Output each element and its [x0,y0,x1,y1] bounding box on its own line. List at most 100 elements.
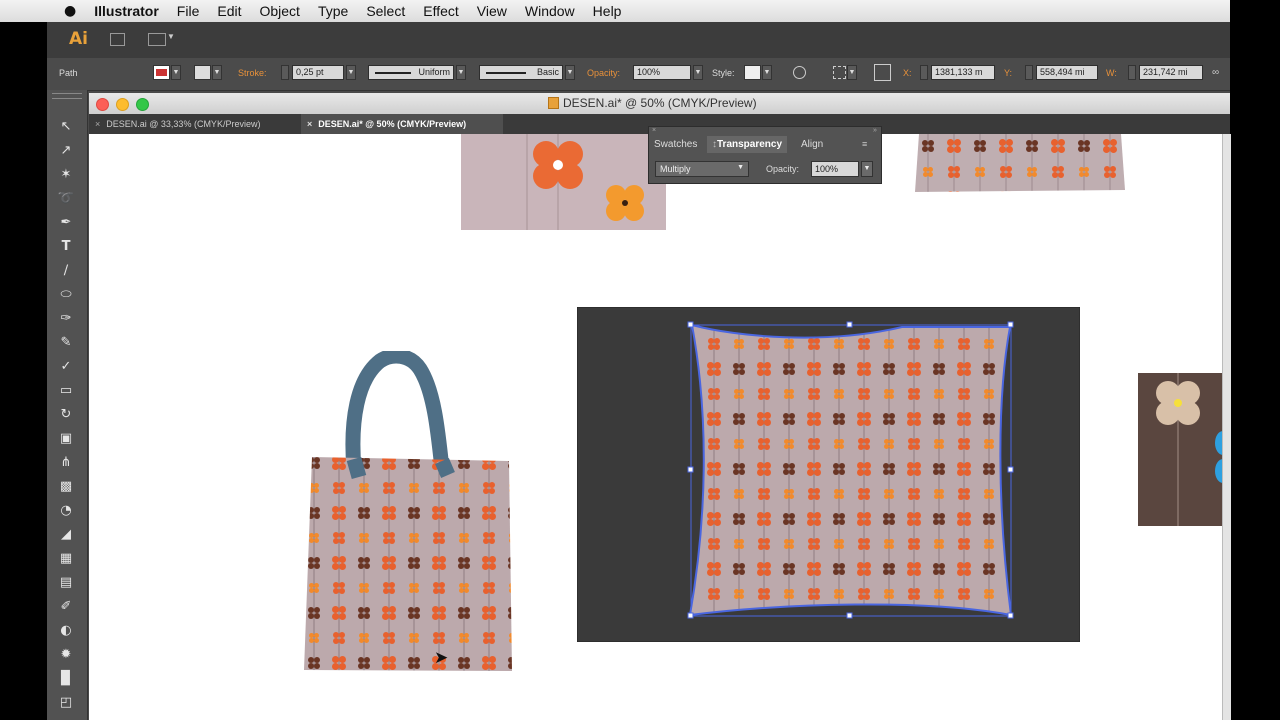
type-tool-icon[interactable]: T [56,238,76,256]
rotate-tool-icon[interactable]: ↻ [56,406,76,424]
fill-swatch[interactable] [153,65,170,80]
blend-mode-select[interactable]: Multiply ▼ [655,161,749,177]
transparency-opacity-field[interactable]: 100% [811,161,859,177]
close-window-button[interactable] [96,98,109,111]
document-tab-2[interactable]: × DESEN.ai* @ 50% (CMYK/Preview) [301,114,503,134]
width-tool-icon[interactable]: ⋔ [56,454,76,472]
panel-close-icon[interactable]: × [652,127,656,134]
menu-effect[interactable]: Effect [414,3,468,19]
artboard-canvas[interactable]: ➤ [89,134,1230,720]
document-file-icon [548,97,559,109]
brush-dropdown-icon[interactable]: ▼ [565,65,575,80]
scale-tool-icon[interactable]: ▣ [56,430,76,448]
opacity-label[interactable]: Opacity: [587,68,620,78]
column-graph-tool-icon[interactable]: ▉ [56,670,76,688]
magic-wand-tool-icon[interactable]: ✶ [56,166,76,184]
selection-tool-icon[interactable]: ↖ [56,118,76,136]
variable-width-profile[interactable]: Uniform [368,65,454,80]
apple-menu-icon[interactable]: ● [0,3,85,19]
reference-point-icon[interactable] [874,64,891,81]
menu-window[interactable]: Window [516,3,584,19]
pattern-tile-brown[interactable] [1138,373,1223,526]
stroke-swatch[interactable] [194,65,211,80]
menu-file[interactable]: File [168,3,209,19]
opacity-field[interactable]: 100% [633,65,691,80]
perspective-grid-tool-icon[interactable]: ◢ [56,526,76,544]
document-window: DESEN.ai* @ 50% (CMYK/Preview) × DESEN.ai… [89,93,1230,720]
x-spinner[interactable] [920,65,928,80]
x-field[interactable]: 1381,133 m [931,65,995,80]
tools-panel-grip[interactable] [52,93,82,99]
recolor-artwork-icon[interactable] [793,66,806,79]
panel-collapse-icon[interactable]: » [873,127,877,134]
menu-app-name[interactable]: Illustrator [85,3,168,19]
menu-select[interactable]: Select [357,3,414,19]
minimize-window-button[interactable] [116,98,129,111]
lasso-tool-icon[interactable]: ➰ [56,190,76,208]
eyedropper-tool-icon[interactable]: ✐ [56,598,76,616]
pencil-tool-icon[interactable]: ✎ [56,334,76,352]
eraser-tool-icon[interactable]: ▭ [56,382,76,400]
x-label[interactable]: X: [903,68,912,78]
chevron-down-icon[interactable]: ▼ [167,32,175,41]
free-transform-tool-icon[interactable]: ▩ [56,478,76,496]
tab-close-icon[interactable]: × [307,119,312,129]
menu-help[interactable]: Help [584,3,631,19]
w-spinner[interactable] [1128,65,1136,80]
tab-transparency[interactable]: ↕Transparency [707,136,788,153]
menu-type[interactable]: Type [309,3,357,19]
menu-object[interactable]: Object [250,3,308,19]
panel-menu-icon[interactable]: ≡ [862,139,867,149]
pattern-tile-top[interactable] [461,134,666,230]
pillow-photo-mockup[interactable] [577,307,1080,642]
stroke-weight-dropdown-icon[interactable]: ▼ [346,65,356,80]
line-tool-icon[interactable]: ∕ [56,262,76,280]
brush-label: Basic [536,67,559,77]
tab-align[interactable]: Align [796,136,828,153]
blob-brush-tool-icon[interactable]: ✓ [56,358,76,376]
paintbrush-tool-icon[interactable]: ✑ [56,310,76,328]
vertical-scrollbar[interactable] [1222,134,1231,720]
pen-tool-icon[interactable]: ✒ [56,214,76,232]
symbol-sprayer-tool-icon[interactable]: ✹ [56,646,76,664]
graphic-style-swatch[interactable] [744,65,761,80]
w-field[interactable]: 231,742 mi [1139,65,1203,80]
menu-view[interactable]: View [468,3,516,19]
ellipse-tool-icon[interactable]: ⬭ [56,286,76,304]
align-icon[interactable] [833,66,846,79]
tab-swatches[interactable]: Swatches [649,136,702,153]
artboard-tool-icon[interactable]: ◰ [56,694,76,712]
tab-close-icon[interactable]: × [95,119,100,129]
shape-builder-tool-icon[interactable]: ◔ [56,502,76,520]
opacity-chevron-down-icon[interactable]: ▼ [861,161,873,177]
opacity-dropdown-icon[interactable]: ▼ [693,65,703,80]
profile-dropdown-icon[interactable]: ▼ [456,65,466,80]
stroke-weight-spinner[interactable] [281,65,289,80]
arrange-documents-icon[interactable] [148,33,166,46]
bridge-icon[interactable] [110,33,125,46]
fill-dropdown-icon[interactable]: ▼ [171,65,181,80]
pillow-mockup-top[interactable] [915,134,1125,192]
stroke-weight-field[interactable]: 0,25 pt [292,65,344,80]
menu-edit[interactable]: Edit [208,3,250,19]
gradient-tool-icon[interactable]: ▤ [56,574,76,592]
style-dropdown-icon[interactable]: ▼ [762,65,772,80]
brush-definition[interactable]: Basic [479,65,563,80]
y-spinner[interactable] [1025,65,1033,80]
zoom-window-button[interactable] [136,98,149,111]
illustrator-logo: Ai [69,29,88,49]
y-label[interactable]: Y: [1004,68,1012,78]
y-field[interactable]: 558,494 mi [1036,65,1098,80]
document-tab-1[interactable]: × DESEN.ai @ 33,33% (CMYK/Preview) [89,114,307,134]
tote-bag-mockup[interactable] [302,351,514,681]
application-bar: Ai ▼ [47,22,1230,59]
stroke-dropdown-icon[interactable]: ▼ [212,65,222,80]
align-dropdown-icon[interactable]: ▼ [847,65,857,80]
stroke-label[interactable]: Stroke: [238,68,267,78]
blend-tool-icon[interactable]: ◐ [56,622,76,640]
mesh-tool-icon[interactable]: ▦ [56,550,76,568]
constrain-proportions-icon[interactable]: ∞ [1212,67,1219,78]
direct-selection-tool-icon[interactable]: ↗ [56,142,76,160]
w-label[interactable]: W: [1106,68,1117,78]
document-title-bar: DESEN.ai* @ 50% (CMYK/Preview) [89,93,1230,115]
